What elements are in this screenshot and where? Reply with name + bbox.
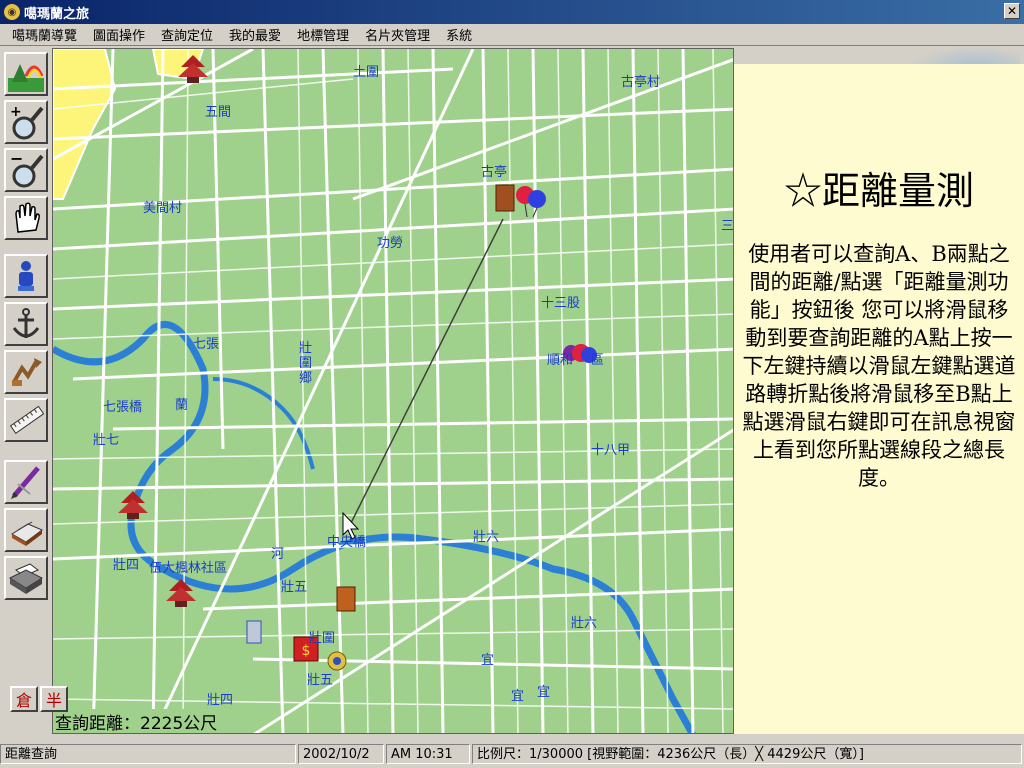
home-landscape-icon <box>8 64 44 92</box>
map-label: 十三股 <box>541 296 581 311</box>
menu-item-system[interactable]: 系統 <box>438 25 480 44</box>
map-label: 蘭 <box>175 398 189 413</box>
close-button[interactable]: ✕ <box>1004 3 1020 19</box>
map-label: 壯圍鄉 <box>299 341 313 386</box>
menu-item-cards[interactable]: 名片夾管理 <box>357 25 438 44</box>
map-label: 古亭村 <box>621 75 661 90</box>
pen-button[interactable] <box>4 460 48 504</box>
map-label: 宜 <box>481 653 495 668</box>
panel-title: ☆距離量測 <box>783 169 974 213</box>
map-label: 壯七 <box>93 433 120 448</box>
locate-button[interactable] <box>4 350 48 394</box>
corner-button-cang[interactable]: 倉 <box>10 686 38 712</box>
ruler-icon <box>9 405 44 434</box>
status-mode: 距離查詢 <box>0 744 296 764</box>
map-label: 壯六 <box>571 616 598 631</box>
anchor-button[interactable] <box>4 302 48 346</box>
status-date: 2002/10/2 <box>298 744 384 764</box>
balloon-marker-icon <box>495 184 546 218</box>
map-label: 七張橋 <box>103 400 143 415</box>
eye-icon: ◉ <box>4 4 20 20</box>
urban-area <box>53 49 117 200</box>
distance-readout: 查詢距離：2225公尺 <box>53 709 220 733</box>
card-file-button[interactable] <box>4 508 48 552</box>
tool-palette: + − <box>0 48 52 738</box>
card-file-icon <box>11 521 43 546</box>
map-label: 三 <box>721 219 734 234</box>
pen-icon <box>11 466 40 499</box>
zoom-in-icon: + <box>10 104 44 140</box>
map-label: 壯五 <box>281 580 308 595</box>
map-label: 土圍 <box>353 65 380 80</box>
map-view[interactable]: $ 土圍 古亭村 五間 美間村 古亭 功勞 十三股 七張 壯圍鄉 順和 區 七張… <box>52 48 734 734</box>
map-label: 伍大楓林社區 <box>149 561 228 576</box>
svg-text:−: − <box>10 152 23 168</box>
map-label: 河 <box>271 547 285 562</box>
menu-item-query[interactable]: 查詢定位 <box>153 25 221 44</box>
menu-item-landmarks[interactable]: 地標管理 <box>289 25 357 44</box>
globe-graphic <box>910 46 1020 66</box>
map-label: 壯四 <box>207 693 234 708</box>
road-network: $ <box>53 49 733 733</box>
menu-item-tour[interactable]: 噶瑪蘭導覽 <box>4 25 85 44</box>
map-label: 古亭 <box>481 165 508 180</box>
person-icon <box>18 261 34 291</box>
map-label: 區 <box>591 353 605 368</box>
police-icon <box>327 651 347 671</box>
status-time: AM 10:31 <box>386 744 470 764</box>
map-label: 壯圍 <box>309 631 336 646</box>
map-label: 壯四 <box>113 558 140 573</box>
map-label: 中央橋 <box>327 535 367 550</box>
window-title: 噶瑪蘭之旅 <box>24 6 90 22</box>
corner-buttons: 倉 半 <box>10 686 68 712</box>
zoom-out-button[interactable]: − <box>4 148 48 192</box>
map-label: 壯五 <box>307 673 334 688</box>
menu-bar: 噶瑪蘭導覽 圖面操作 查詢定位 我的最愛 地標管理 名片夾管理 系統 <box>0 24 1024 46</box>
river <box>53 321 696 733</box>
printer-button[interactable] <box>4 556 48 600</box>
map-label: 壯六 <box>473 530 500 545</box>
pan-hand-icon <box>15 202 40 233</box>
status-scale: 比例尺：1/30000 [視野範圍：4236公尺（長）╳ 4429公尺（寬）] <box>472 744 1022 764</box>
home-landscape-button[interactable] <box>4 52 48 96</box>
panel-description: 使用者可以查詢A、B兩點之間的距離/點選「距離量測功能」按鈕後 您可以將滑鼠移動… <box>742 242 1016 490</box>
map-label: 十八甲 <box>591 443 631 458</box>
printer-icon <box>8 563 44 594</box>
zoom-out-icon: − <box>10 152 44 188</box>
corner-button-ban[interactable]: 半 <box>40 686 68 712</box>
anchor-icon <box>12 308 40 338</box>
shop-icon <box>336 586 356 612</box>
map-label: 宜 <box>537 685 551 700</box>
pan-hand-button[interactable] <box>4 196 48 240</box>
title-bar: ◉ 噶瑪蘭之旅 ✕ <box>0 0 1024 24</box>
map-label: 七張 <box>193 337 220 352</box>
map-label: 五間 <box>205 105 232 120</box>
temple-icon <box>118 491 148 519</box>
status-bar: 距離查詢 2002/10/2 AM 10:31 比例尺：1/30000 [視野範… <box>0 740 1024 768</box>
info-panel: ☆距離量測 使用者可以查詢A、B兩點之間的距離/點選「距離量測功能」按鈕後 您可… <box>734 64 1024 734</box>
svg-text:+: + <box>10 104 22 120</box>
person-button[interactable] <box>4 254 48 298</box>
map-label: 順和 <box>547 353 574 368</box>
locate-icon <box>12 358 42 386</box>
menu-item-map-ops[interactable]: 圖面操作 <box>85 25 153 44</box>
map-label: 美間村 <box>143 201 183 216</box>
menu-item-favorites[interactable]: 我的最愛 <box>221 25 289 44</box>
building-icon <box>246 620 262 644</box>
ruler-button[interactable] <box>4 398 48 442</box>
map-label: 宜 <box>511 689 525 704</box>
map-label: 功勞 <box>377 236 404 251</box>
zoom-in-button[interactable]: + <box>4 100 48 144</box>
